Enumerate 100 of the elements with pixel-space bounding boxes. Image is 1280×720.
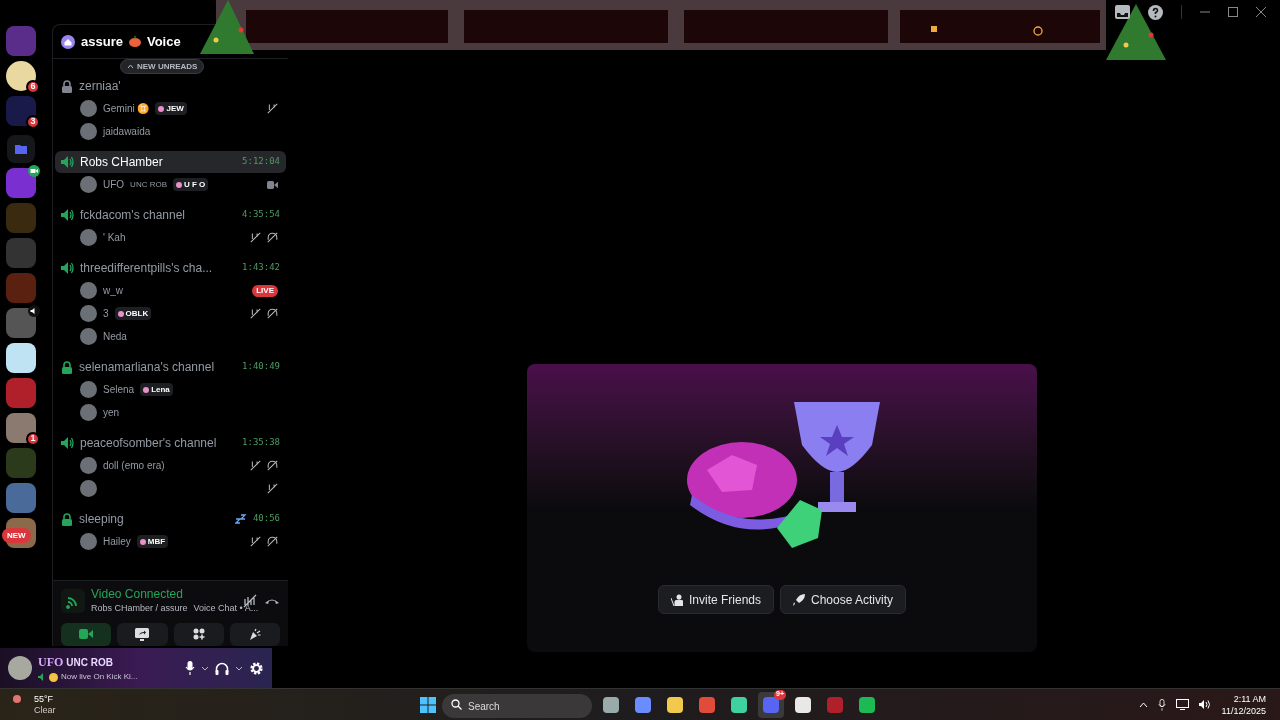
maximize-icon[interactable] <box>1228 7 1238 17</box>
app-icon <box>603 696 619 713</box>
folder-icon <box>15 144 27 154</box>
avatar[interactable] <box>80 404 97 421</box>
app-icon <box>667 696 683 713</box>
home-icon <box>61 34 75 49</box>
close-icon[interactable] <box>1256 7 1266 17</box>
avatar[interactable] <box>80 328 97 345</box>
voice-channel[interactable]: zerniaa' <box>55 75 286 97</box>
soundboard-icon <box>248 627 262 641</box>
invite-friends-button[interactable]: Invite Friends <box>657 585 774 614</box>
emoji-icon <box>49 672 58 682</box>
start-icon[interactable] <box>420 696 436 713</box>
avatar[interactable] <box>80 533 97 550</box>
voice-channel[interactable]: selenamarliana's channel 1:40:49 <box>55 356 286 378</box>
avatar[interactable] <box>80 480 97 497</box>
elapsed-time: 4:35:54 <box>242 208 280 222</box>
clock-date[interactable]: 11/12/2025 <box>1221 704 1266 717</box>
temperature: 55°F <box>34 693 55 705</box>
member-name[interactable]: Hailey <box>103 534 131 549</box>
noise-suppression-icon[interactable] <box>242 593 258 610</box>
member-name[interactable]: UFO <box>103 177 125 192</box>
chevron-down-icon[interactable] <box>201 665 209 671</box>
voice-channel[interactable]: sleeping 40:56 <box>55 508 286 530</box>
member-name[interactable]: 3 <box>103 306 109 321</box>
zzz-icon <box>234 514 247 524</box>
member-name[interactable]: ' Kah <box>103 230 126 245</box>
voice-channel[interactable]: peaceofsomber's channel 1:35:38 <box>55 432 286 454</box>
settings-icon[interactable] <box>249 660 264 676</box>
member-name[interactable]: jaidawaida <box>103 124 151 139</box>
member-name[interactable]: doll (emo era) <box>103 458 165 473</box>
app-icon <box>731 696 747 713</box>
voice-channel[interactable]: threedifferentpills's cha... 1:43:42 <box>55 257 286 279</box>
microphone-icon[interactable] <box>185 661 195 675</box>
server-icon[interactable] <box>6 168 36 198</box>
soundboard-button[interactable] <box>229 622 280 646</box>
app-icon <box>763 696 779 713</box>
unread-count-badge: 6 <box>26 80 40 94</box>
server-folder[interactable] <box>7 135 35 163</box>
avatar[interactable] <box>80 176 97 193</box>
connection-detail[interactable]: Robs CHamber / assure <box>91 602 188 616</box>
new-unreads-toast[interactable]: NEW UNREADS <box>120 59 205 74</box>
connection-status: Video Connected <box>91 587 184 602</box>
microphone-icon[interactable] <box>1157 698 1166 711</box>
network-icon[interactable] <box>1175 699 1189 710</box>
member-name[interactable]: Neda <box>103 329 127 344</box>
volume-icon[interactable] <box>1198 699 1212 710</box>
member-name[interactable]: Gemini ♊ <box>103 101 150 116</box>
unread-count-badge: 1 <box>26 432 40 446</box>
clock-time[interactable]: 2:11 AM <box>1233 692 1266 705</box>
avatar[interactable] <box>8 656 32 680</box>
new-messages-pill[interactable]: NEW <box>2 528 31 543</box>
rocket-icon <box>793 593 805 606</box>
guild-tag: U F O <box>173 178 209 191</box>
help-icon[interactable] <box>1148 4 1163 20</box>
avatar[interactable] <box>80 100 97 117</box>
server-icon[interactable] <box>6 343 36 373</box>
member-name[interactable]: yen <box>103 405 120 420</box>
voice-channel[interactable]: fckdacom's channel 4:35:54 <box>55 204 286 226</box>
member-name[interactable]: Selena <box>103 382 135 397</box>
screen-share-icon <box>135 627 150 641</box>
activities-icon <box>192 628 205 640</box>
app-icon <box>699 696 715 713</box>
avatar[interactable] <box>80 305 97 322</box>
avatar[interactable] <box>80 457 97 474</box>
avatar[interactable] <box>80 123 97 140</box>
inbox-icon[interactable] <box>1115 5 1130 19</box>
elapsed-time: 1:40:49 <box>242 360 280 374</box>
elapsed-time: 1:43:42 <box>242 261 280 275</box>
camera-icon <box>79 629 94 639</box>
app-icon <box>827 696 843 713</box>
camera-button[interactable] <box>61 622 112 646</box>
choose-activity-button[interactable]: Choose Activity <box>780 585 907 614</box>
search-icon <box>451 698 462 710</box>
elapsed-time: 5:12:04 <box>242 155 280 169</box>
chevron-up-icon[interactable] <box>1138 701 1148 708</box>
headphones-icon[interactable] <box>215 661 229 675</box>
avatar[interactable] <box>80 381 97 398</box>
username: UFO <box>38 654 64 671</box>
avatar[interactable] <box>80 229 97 246</box>
screen-share-button[interactable] <box>117 622 168 646</box>
pumpkin-icon <box>128 36 141 47</box>
voice-channel[interactable]: Robs CHamber 5:12:04 <box>55 151 286 173</box>
guild-tag: JEW <box>155 102 187 115</box>
avatar[interactable] <box>80 282 97 299</box>
user-tag: UNC ROB <box>66 655 113 670</box>
member-name[interactable]: w_w <box>103 283 123 298</box>
app-icon <box>795 696 811 713</box>
speaker-icon <box>38 673 46 681</box>
server-icon[interactable] <box>6 96 36 126</box>
chevron-down-icon[interactable] <box>235 665 243 671</box>
search-field[interactable]: Search <box>442 694 592 718</box>
server-icon[interactable] <box>6 61 36 91</box>
connection-detail[interactable]: Voice Chat • A... <box>193 602 259 616</box>
unread-count-badge: 3 <box>26 115 40 129</box>
member-tag: UNC ROB <box>130 178 167 191</box>
guild-tag: MBF <box>136 535 169 548</box>
activities-button[interactable] <box>173 622 224 646</box>
custom-status: Now live On Kick Ki... <box>61 671 138 683</box>
elapsed-time: 40:56 <box>252 512 280 526</box>
